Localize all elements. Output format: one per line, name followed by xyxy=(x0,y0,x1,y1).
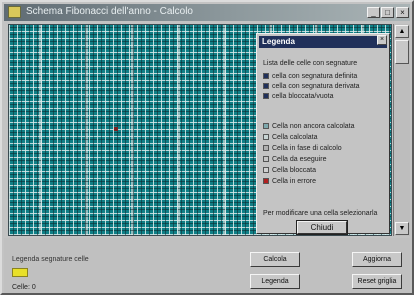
legend-swatch xyxy=(263,145,269,151)
app-window: Schema Fibonacci dell'anno - Calcolo _ □… xyxy=(0,0,414,295)
legend-dialog: Legenda × Lista delle celle con segnatur… xyxy=(256,33,390,235)
legend-swatch xyxy=(263,178,269,184)
legend-swatch xyxy=(263,167,269,173)
legend-item: Cella calcolata xyxy=(263,133,318,142)
bottom-panel xyxy=(4,238,410,293)
legend-swatch xyxy=(263,156,269,162)
scroll-thumb[interactable] xyxy=(395,40,409,64)
scroll-down-arrow-icon[interactable]: ▼ xyxy=(395,222,409,235)
vertical-scrollbar[interactable]: ▲ ▼ xyxy=(393,24,410,236)
close-button[interactable]: × xyxy=(396,7,409,18)
legend-item: cella bloccata/vuota xyxy=(263,92,333,101)
selection-color-swatch xyxy=(12,268,28,277)
window-title: Schema Fibonacci dell'anno - Calcolo xyxy=(26,6,193,17)
legend-item: Cella in errore xyxy=(263,177,316,186)
scroll-up-arrow-icon[interactable]: ▲ xyxy=(395,25,409,38)
legend-swatch xyxy=(263,83,269,89)
calcola-button[interactable]: Calcola xyxy=(250,252,300,267)
reset-grid-button[interactable]: Reset griglia xyxy=(352,274,402,289)
legend-title: Legenda xyxy=(259,36,387,48)
maximize-button[interactable]: □ xyxy=(381,7,394,18)
aggiorna-button[interactable]: Aggiorna xyxy=(352,252,402,267)
legend-item: Cella non ancora calcolata xyxy=(263,122,355,131)
legend-swatch xyxy=(263,73,269,79)
minimize-button[interactable]: _ xyxy=(367,7,380,18)
legend-swatch xyxy=(263,123,269,129)
legend-note: Per modificare una cella selezionarla xyxy=(263,210,378,217)
legend-item: Cella bloccata xyxy=(263,166,316,175)
legend-swatch xyxy=(263,93,269,99)
legend-item: cella con segnatura derivata xyxy=(263,82,360,91)
legend-item: Cella in fase di calcolo xyxy=(263,144,342,153)
app-icon xyxy=(8,6,21,18)
legend-item: Cella da eseguire xyxy=(263,155,326,164)
cell-count: Celle: 0 xyxy=(12,284,36,291)
legend-heading: Lista delle celle con segnature xyxy=(263,60,358,67)
grid-cell-marker[interactable] xyxy=(114,127,118,131)
legend-close-icon[interactable]: × xyxy=(377,35,387,45)
title-bar[interactable]: Schema Fibonacci dell'anno - Calcolo _ □… xyxy=(4,4,410,21)
legenda-button[interactable]: Legenda xyxy=(250,274,300,289)
status-info: Legenda segnature celle xyxy=(12,256,89,263)
legend-swatch xyxy=(263,134,269,140)
legend-close-button[interactable]: Chiudi xyxy=(296,220,348,235)
legend-item: cella con segnatura definita xyxy=(263,72,357,81)
